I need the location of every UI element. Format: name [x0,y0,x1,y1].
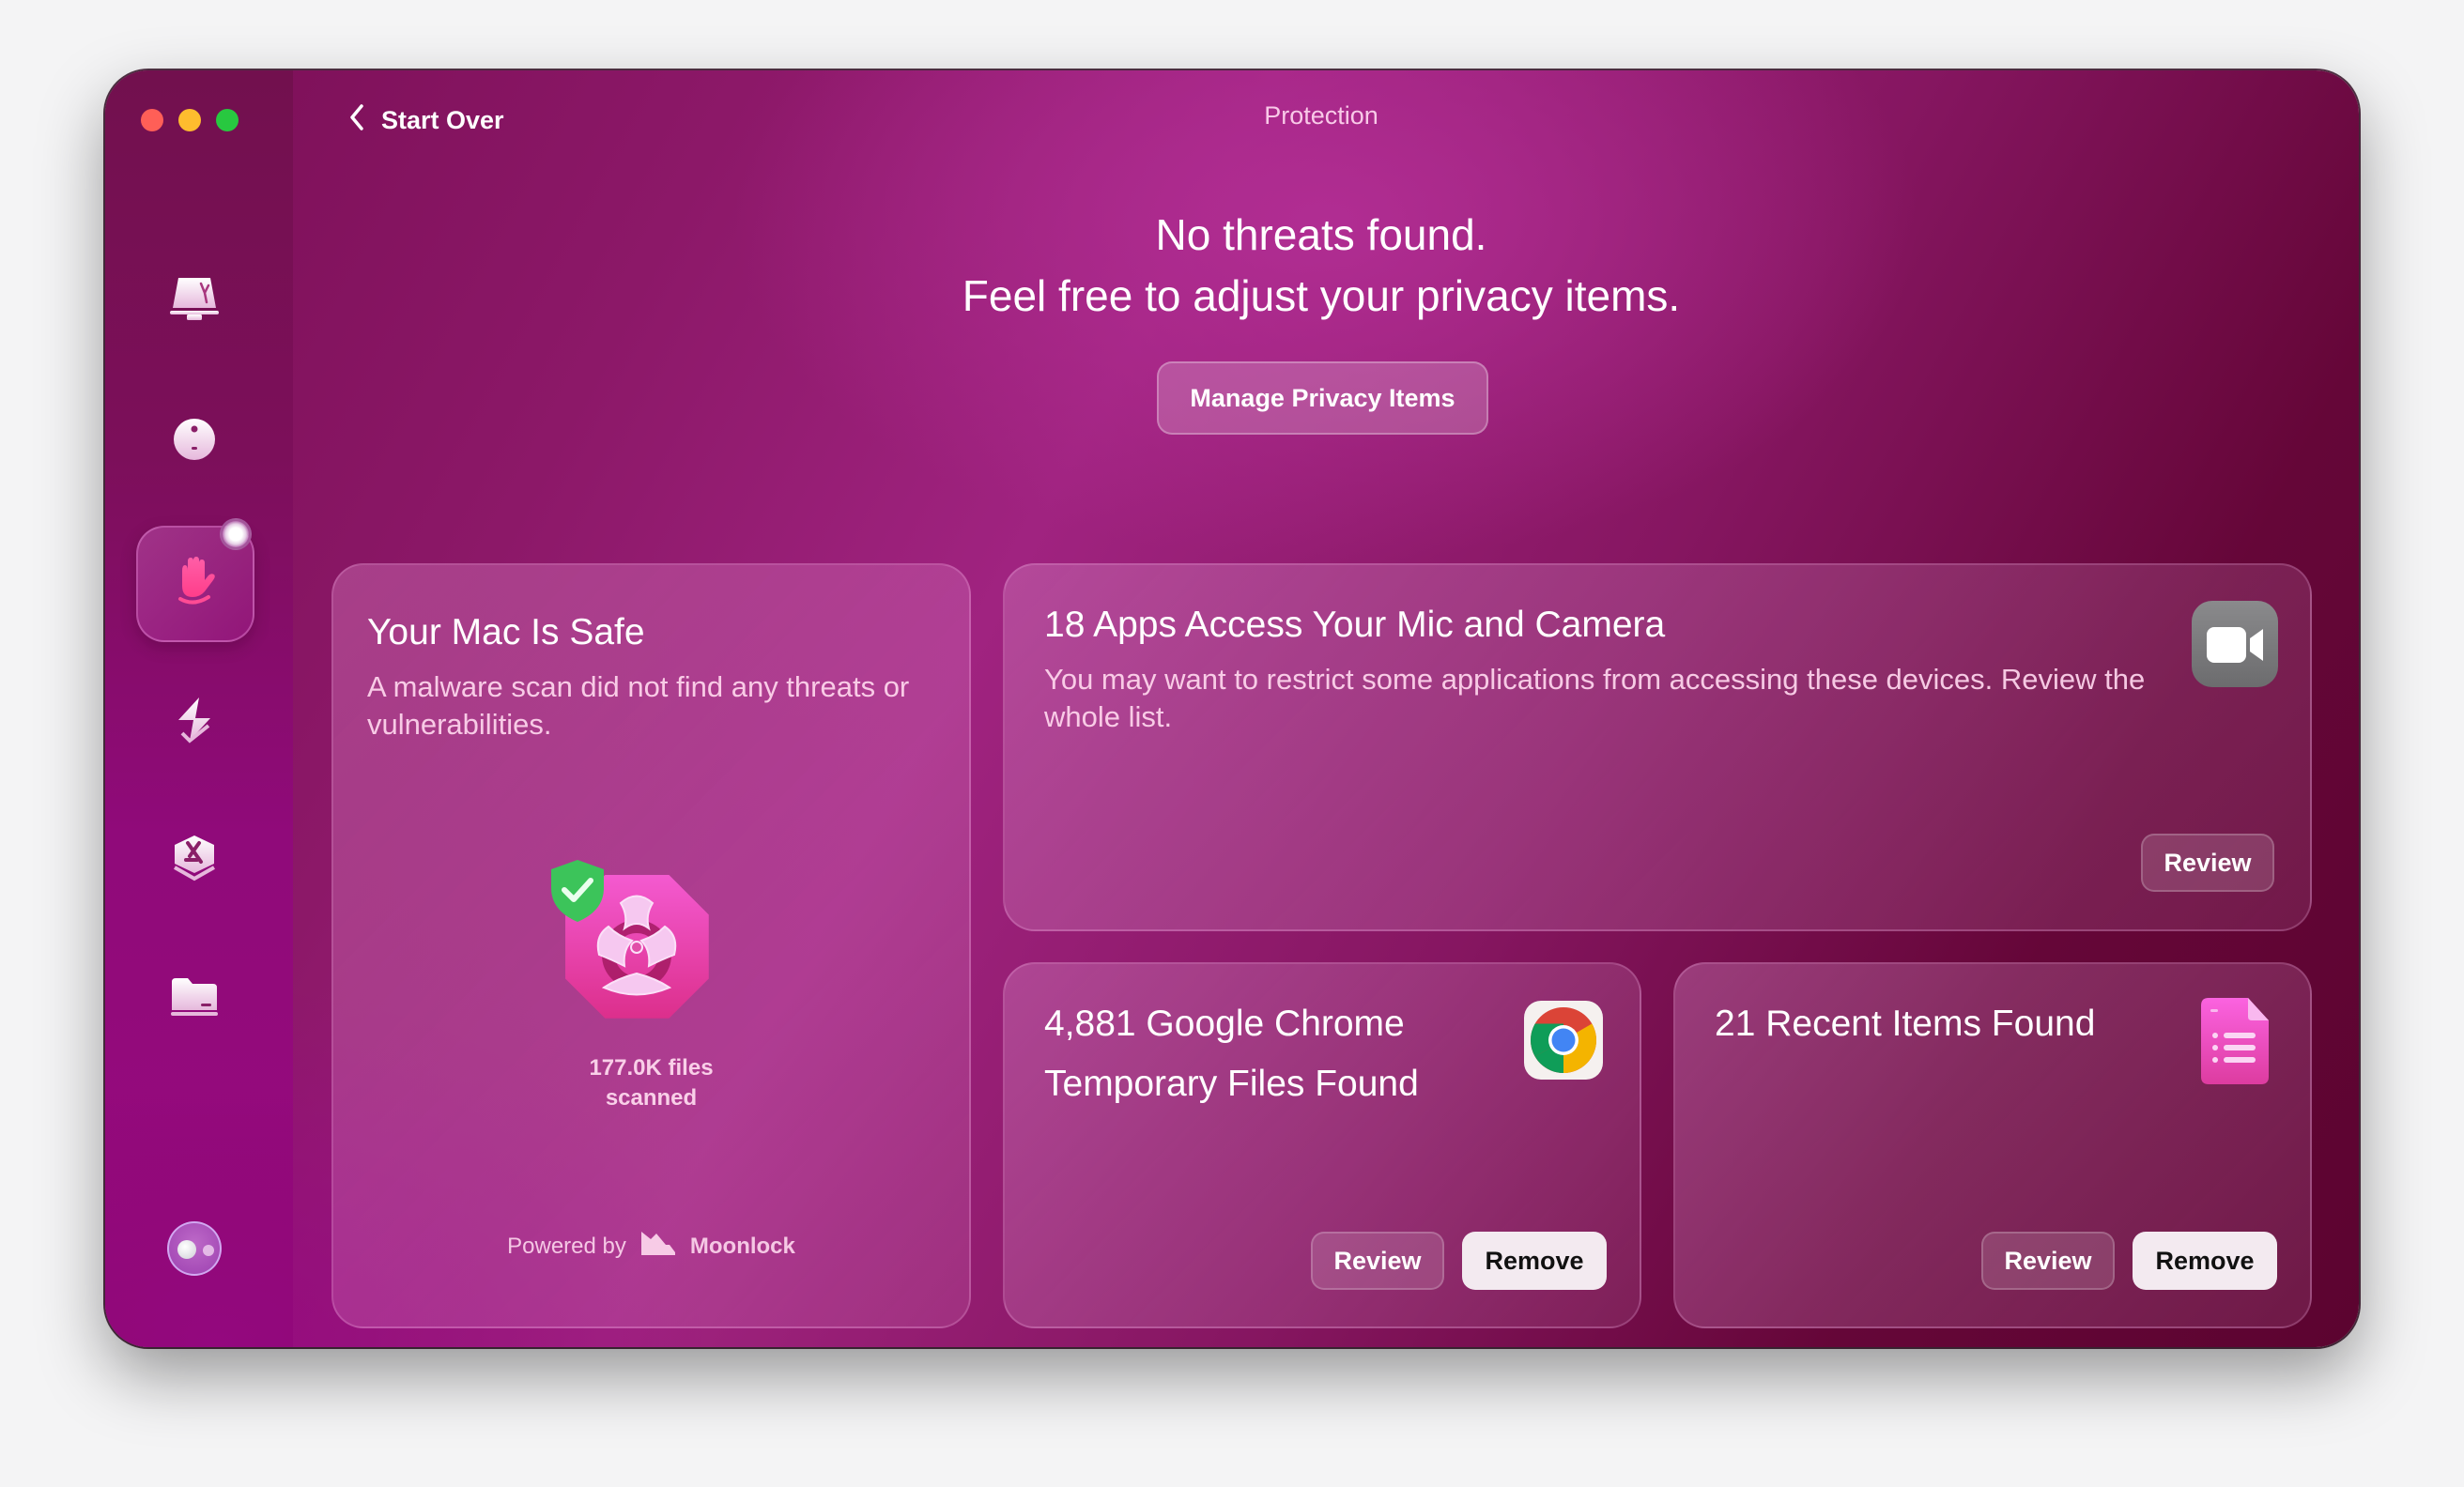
sidebar-item-protection[interactable] [161,549,228,617]
start-over-button[interactable]: Start Over [347,101,504,139]
start-over-label: Start Over [381,105,504,134]
lightning-icon [165,692,223,755]
facetime-camera-icon [2190,599,2280,689]
hero-headline: No threats found. Feel free to adjust yo… [657,205,1985,327]
mac-safe-title: Your Mac Is Safe [367,612,645,652]
recent-items-card: 21 Recent Items Found Review Remove [1673,962,2312,1328]
moonlock-brand: Moonlock [689,1233,795,1259]
mic-camera-title: 18 Apps Access Your Mic and Camera [1044,605,1666,645]
mic-camera-card: 18 Apps Access Your Mic and Camera You m… [1003,563,2312,931]
chrome-temp-files-card: 4,881 Google Chrome Temporary Files Foun… [1003,962,1641,1328]
disc-icon [165,412,223,475]
document-list-icon [2199,996,2271,1086]
chrome-remove-button[interactable]: Remove [1462,1232,1607,1290]
minimize-window-button[interactable] [178,109,201,131]
page-title: Protection [1264,101,1378,130]
mic-camera-review-button[interactable]: Review [2141,834,2274,892]
mac-safe-description: A malware scan did not find any threats … [367,670,910,741]
powered-by-label: Powered by [507,1233,626,1259]
hero-line-2: Feel free to adjust your privacy items. [962,271,1681,320]
sidebar-item-performance[interactable] [161,689,228,757]
monitor-icon [165,272,223,335]
folder-icon [165,969,223,1032]
hand-icon [165,552,223,615]
recent-items-review-button[interactable]: Review [1981,1232,2115,1290]
chevron-left-icon [347,102,366,139]
sidebar-item-applications[interactable] [161,827,228,895]
powered-by-moonlock: Powered by Moonlock [333,1230,969,1263]
assistant-button[interactable] [167,1221,222,1276]
maximize-window-button[interactable] [216,109,239,131]
recent-items-title: 21 Recent Items Found [1715,1004,2096,1044]
sidebar-item-cleanup[interactable] [161,409,228,477]
app-store-icon [165,830,223,893]
files-scanned-count: 177.0K files scanned [589,1055,714,1111]
chrome-icon [1523,1000,1604,1081]
protection-status-dot [220,518,252,550]
sidebar-item-my-clutter[interactable] [161,966,228,1034]
hero-line-1: No threats found. [1155,210,1487,259]
chrome-temp-files-title: 4,881 Google Chrome Temporary Files Foun… [1044,1004,1419,1104]
mac-safe-card: Your Mac Is Safe A malware scan did not … [331,563,971,1328]
close-window-button[interactable] [141,109,163,131]
recent-items-remove-button[interactable]: Remove [2133,1232,2277,1290]
shield-check-icon [547,858,608,924]
mic-camera-description: You may want to restrict some applicatio… [1044,663,2146,733]
manage-privacy-items-button[interactable]: Manage Privacy Items [1157,361,1488,435]
chrome-review-button[interactable]: Review [1311,1232,1444,1290]
moonlock-logo-icon [639,1230,677,1263]
sidebar-item-smart-care[interactable] [161,269,228,337]
